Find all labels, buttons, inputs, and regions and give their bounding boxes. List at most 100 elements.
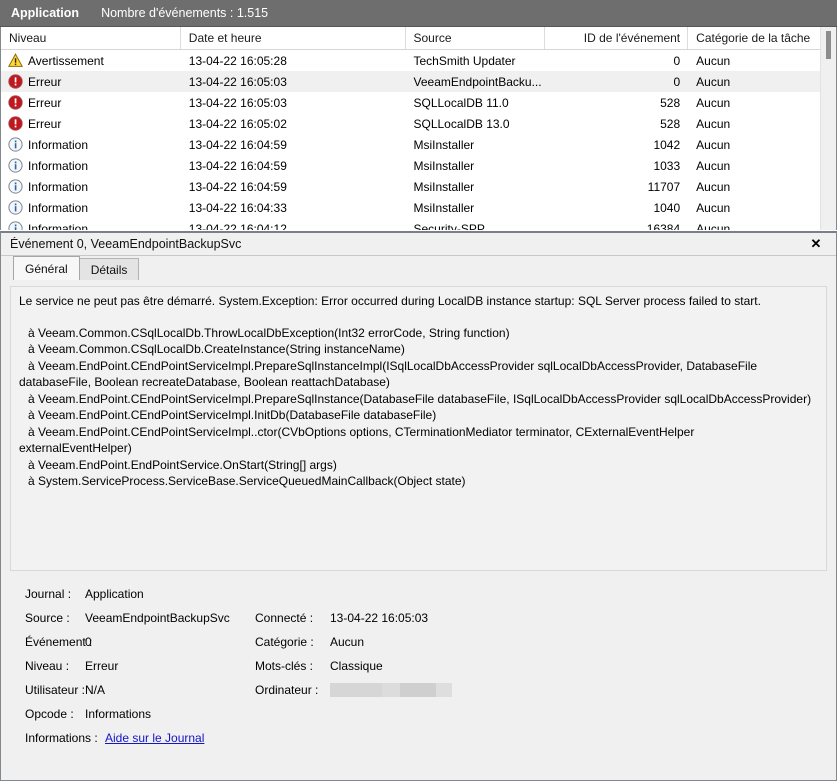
event-message-stack-trace: à Veeam.Common.CSqlLocalDb.ThrowLocalDbE…: [19, 325, 818, 490]
cell-source: MsiInstaller: [413, 200, 475, 215]
cell-task-category: Aucun: [696, 95, 731, 110]
cell-event-id: 1042: [653, 137, 681, 152]
cell-source: MsiInstaller: [413, 179, 475, 194]
meta-value-info: Aide sur le Journal: [95, 731, 265, 745]
meta-row-opcode: Opcode : Informations: [10, 702, 827, 726]
meta-value-user: N/A: [85, 683, 106, 697]
meta-label-computer: Ordinateur :: [255, 683, 319, 697]
cell-event-id: 1033: [653, 158, 681, 173]
table-row[interactable]: Information 13-04-22 16:04:59 MsiInstaller…: [1, 155, 836, 176]
event-meta-grid: Journal : Application Source : VeeamEndp…: [10, 582, 827, 750]
cell-date: 13-04-22 16:04:59: [188, 158, 287, 173]
table-row[interactable]: Information 13-04-22 16:04:59 MsiInstaller…: [1, 176, 836, 197]
table-row[interactable]: Erreur 13-04-22 16:05:02 SQLLocalDB 13.0 52…: [1, 113, 836, 134]
meta-value-computer: [330, 683, 452, 698]
error-icon: [8, 74, 23, 89]
stack-trace-line: externalEventHelper): [19, 441, 132, 455]
meta-row-event: Événement : 0 Catégorie : Aucun: [10, 630, 827, 654]
log-titlebar: Application Nombre d'événements : 1.515: [0, 0, 837, 27]
event-detail-pane: Événement 0, VeeamEndpointBackupSvc ✕ Gé…: [0, 231, 837, 781]
cell-task-category: Aucun: [696, 158, 731, 173]
event-list: Niveau Date et heure Source ID de l'évén…: [0, 27, 837, 230]
cell-level: Erreur: [1, 95, 181, 110]
meta-value-journal: Application: [85, 587, 144, 601]
meta-label-user: Utilisateur :: [25, 683, 86, 697]
stack-trace-line: à Veeam.EndPoint.CEndPointServiceImpl.Pr…: [28, 391, 812, 406]
cell-event-id: 0: [673, 53, 681, 68]
scrollbar-thumb[interactable]: [826, 31, 831, 59]
column-header-task-category[interactable]: Catégorie de la tâche: [688, 27, 836, 49]
tab-general[interactable]: Général: [13, 256, 80, 280]
cell-level-label: Erreur: [28, 74, 62, 89]
column-header-level[interactable]: Niveau: [1, 27, 181, 49]
cell-task-category: Aucun: [696, 53, 731, 68]
cell-event-id: 16384: [646, 221, 681, 231]
stack-trace-line: à System.ServiceProcess.ServiceBase.Serv…: [28, 474, 466, 488]
meta-value-level: Erreur: [85, 659, 119, 673]
stack-trace-line: à Veeam.Common.CSqlLocalDb.CreateInstanc…: [28, 342, 405, 356]
meta-label-event: Événement :: [25, 635, 93, 649]
cell-source: Security-SPP: [413, 221, 485, 231]
cell-date: 13-04-22 16:05:03: [188, 74, 287, 89]
cell-source: SQLLocalDB 11.0: [413, 95, 509, 110]
column-header-source[interactable]: Source: [406, 27, 546, 49]
cell-date: 13-04-22 16:04:59: [188, 137, 287, 152]
cell-level-label: Information: [28, 158, 89, 173]
cell-source: MsiInstaller: [413, 137, 475, 152]
log-help-link[interactable]: Aide sur le Journal: [95, 731, 204, 745]
table-row[interactable]: Information 13-04-22 16:04:33 MsiInstaller…: [1, 197, 836, 218]
meta-value-category: Aucun: [330, 635, 365, 649]
cell-date: 13-04-22 16:05:03: [188, 95, 287, 110]
column-header-event-id[interactable]: ID de l'événement: [545, 27, 689, 49]
cell-level: Information: [1, 200, 181, 215]
table-row[interactable]: Avertissement 13-04-22 16:05:28 TechSmith …: [1, 50, 836, 71]
information-icon: [8, 137, 23, 152]
close-icon[interactable]: ✕: [796, 233, 836, 255]
stack-trace-line: à Veeam.Common.CSqlLocalDb.ThrowLocalDbE…: [28, 325, 510, 340]
stack-trace-line: à Veeam.EndPoint.EndPointService.OnStart…: [28, 457, 337, 472]
meta-value-opcode: Informations: [85, 707, 152, 721]
meta-label-category: Catégorie :: [255, 635, 314, 649]
cell-date: 13-04-22 16:04:59: [188, 179, 287, 194]
information-icon: [8, 200, 23, 215]
cell-event-id: 528: [660, 116, 681, 131]
meta-value-logged: 13-04-22 16:05:03: [330, 611, 429, 625]
table-row[interactable]: Erreur 13-04-22 16:05:03 VeeamEndpointBack…: [1, 71, 836, 92]
error-icon: [8, 116, 23, 131]
cell-level: Erreur: [1, 74, 181, 89]
warning-icon: [8, 53, 23, 68]
cell-level-label: Information: [28, 137, 89, 152]
column-header-date[interactable]: Date et heure: [181, 27, 406, 49]
event-detail-header: Événement 0, VeeamEndpointBackupSvc ✕: [1, 233, 836, 256]
meta-label-keywords: Mots-clés :: [255, 659, 314, 673]
cell-level: Information: [1, 137, 181, 152]
meta-label-info: Informations :: [25, 731, 98, 745]
event-count-label: Nombre d'événements : 1.515: [101, 6, 269, 20]
cell-date: 13-04-22 16:04:33: [188, 200, 287, 215]
cell-level-label: Erreur: [28, 116, 62, 131]
meta-value-event: 0: [85, 635, 92, 649]
cell-level-label: Information: [28, 179, 89, 194]
meta-label-source: Source :: [25, 611, 70, 625]
table-row[interactable]: Erreur 13-04-22 16:05:03 SQLLocalDB 11.0 52…: [1, 92, 836, 113]
table-row[interactable]: Information 13-04-22 16:04:12 Security-SPP…: [1, 218, 836, 230]
error-icon: [8, 95, 23, 110]
cell-task-category: Aucun: [696, 74, 731, 89]
cell-date: 13-04-22 16:05:02: [188, 116, 287, 131]
event-message-box[interactable]: Le service ne peut pas être démarré. Sys…: [10, 286, 827, 571]
event-list-scrollbar[interactable]: [820, 27, 836, 230]
cell-event-id: 0: [673, 74, 681, 89]
meta-value-keywords: Classique: [330, 659, 383, 673]
meta-row-user: Utilisateur : N/A Ordinateur :: [10, 678, 827, 702]
cell-level-label: Information: [28, 200, 89, 215]
cell-source: TechSmith Updater: [413, 53, 516, 68]
cell-event-id: 528: [660, 95, 681, 110]
cell-date: 13-04-22 16:04:12: [188, 221, 287, 231]
cell-level-label: Avertissement: [28, 53, 104, 68]
cell-source: MsiInstaller: [413, 158, 475, 173]
meta-label-level: Niveau :: [25, 659, 70, 673]
cell-level: Information: [1, 221, 181, 230]
tab-details[interactable]: Détails: [78, 258, 140, 280]
table-row[interactable]: Information 13-04-22 16:04:59 MsiInstaller…: [1, 134, 836, 155]
cell-event-id: 1040: [653, 200, 681, 215]
